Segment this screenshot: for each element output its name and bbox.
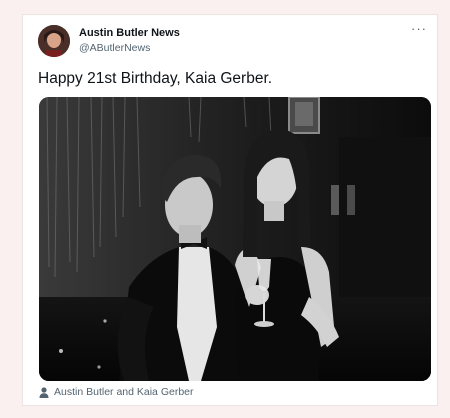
- person-icon: [39, 386, 49, 398]
- media-tags[interactable]: Austin Butler and Kaia Gerber: [39, 386, 194, 398]
- tweet-card[interactable]: Austin Butler News @AButlerNews ··· Happ…: [22, 14, 438, 406]
- tweet-text: Happy 21st Birthday, Kaia Gerber.: [38, 70, 273, 87]
- more-options-icon[interactable]: ···: [411, 21, 427, 36]
- tweet-photo[interactable]: [39, 97, 431, 381]
- photo-image: [39, 97, 431, 381]
- user-handle[interactable]: @AButlerNews: [79, 42, 150, 54]
- display-name[interactable]: Austin Butler News: [79, 27, 180, 39]
- avatar[interactable]: [38, 25, 70, 57]
- tagged-people-text[interactable]: Austin Butler and Kaia Gerber: [54, 386, 194, 398]
